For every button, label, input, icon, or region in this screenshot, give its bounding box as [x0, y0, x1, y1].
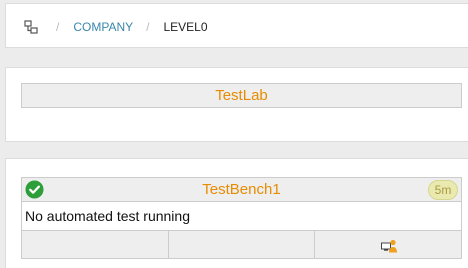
- bench-cell-2: [169, 231, 316, 258]
- bench-name: TestBench1: [202, 181, 281, 198]
- bench-card: TestBench1 5m No automated test running: [21, 177, 462, 259]
- breadcrumb-current-level: LEVEL0: [163, 19, 208, 34]
- bench-cell-3[interactable]: [315, 231, 461, 258]
- monitor-user-icon[interactable]: [381, 239, 398, 253]
- bench-cell-1: [22, 231, 169, 258]
- sitemap-icon[interactable]: [24, 19, 38, 34]
- bench-header[interactable]: TestBench1 5m: [21, 177, 462, 202]
- check-circle-icon: [25, 180, 44, 199]
- lab-title-bar[interactable]: TestLab: [21, 83, 462, 108]
- age-badge: 5m: [428, 180, 458, 200]
- bench-status-row: No automated test running: [21, 202, 462, 231]
- bench-status-text: No automated test running: [25, 208, 190, 224]
- bench-actions-row: [21, 231, 462, 259]
- lab-panel: TestLab: [5, 67, 468, 142]
- breadcrumb: / COMPANY / LEVEL0: [24, 4, 208, 49]
- breadcrumb-panel: / COMPANY / LEVEL0: [5, 3, 468, 48]
- breadcrumb-separator: /: [56, 19, 60, 34]
- breadcrumb-separator: /: [146, 19, 150, 34]
- bench-panel: TestBench1 5m No automated test running: [5, 158, 468, 268]
- breadcrumb-company-link[interactable]: COMPANY: [73, 20, 133, 34]
- lab-name: TestLab: [215, 87, 268, 104]
